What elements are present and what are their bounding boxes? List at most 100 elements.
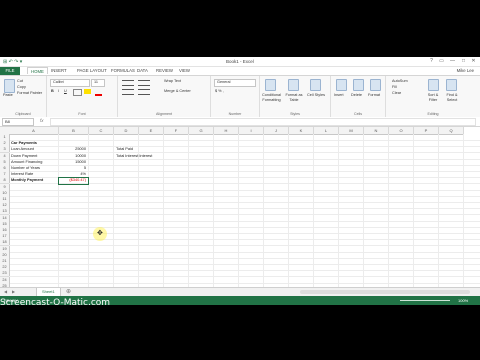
fill-color-icon[interactable] (84, 89, 91, 94)
column-header-o[interactable]: O (389, 127, 414, 135)
help-icon[interactable]: ? (427, 58, 436, 64)
column-header-i[interactable]: I (239, 127, 264, 135)
sort-filter-button[interactable]: Sort & Filter (424, 93, 442, 102)
cell-a7[interactable]: Interest Rate (11, 171, 56, 177)
scroll-left-icon[interactable]: ◀ (4, 289, 7, 294)
insert-cells-icon[interactable] (336, 79, 347, 91)
column-header-n[interactable]: N (364, 127, 389, 135)
minimize-button[interactable]: — (448, 58, 457, 64)
cell-a3[interactable]: Loan Amount (11, 146, 56, 152)
find-select-button[interactable]: Find & Select (443, 93, 461, 102)
align-middle-icon[interactable] (138, 80, 150, 86)
delete-button[interactable]: Delete (351, 93, 362, 97)
gridline (9, 270, 480, 272)
ribbon-display-icon[interactable]: ▭ (437, 58, 446, 64)
formula-input[interactable] (50, 118, 476, 126)
scroll-right-icon[interactable]: ▶ (12, 289, 15, 294)
column-header-e[interactable]: E (139, 127, 164, 135)
cell-a6[interactable]: Number of Years (11, 165, 56, 171)
column-header-b[interactable]: B (59, 127, 89, 135)
align-top-icon[interactable] (122, 80, 134, 86)
name-box[interactable]: B8 (2, 118, 34, 126)
conditional-formatting-icon[interactable] (265, 79, 276, 91)
column-header-q[interactable]: Q (439, 127, 464, 135)
tab-file[interactable]: FILE (0, 67, 20, 75)
borders-icon[interactable] (73, 89, 82, 96)
cell-styles-icon[interactable] (310, 79, 321, 91)
conditional-formatting-button[interactable]: Conditional Formatting (260, 93, 283, 102)
insert-button[interactable]: Insert (334, 93, 344, 97)
add-sheet-icon[interactable]: ⊕ (66, 288, 71, 295)
format-as-table-button[interactable]: Format as Table (283, 93, 305, 102)
cell-b5[interactable]: 15000 (61, 159, 86, 165)
cell-styles-button[interactable]: Cell Styles (306, 93, 326, 98)
currency-icon[interactable]: $ % , (215, 89, 224, 93)
italic-button[interactable]: I (58, 89, 59, 93)
ribbon: Paste Cut Copy Format Painter Clipboard … (0, 75, 480, 118)
column-header-d[interactable]: D (114, 127, 139, 135)
worksheet-grid[interactable]: A B C D E F G H I J K L M N O P Q 1 2 3 4 5 6 7 8 9 10 11 12 13 14 15 16… (0, 127, 480, 290)
paste-icon[interactable] (4, 79, 15, 93)
function-icon[interactable]: fx (40, 118, 44, 123)
underline-button[interactable]: U (64, 89, 67, 93)
user-account[interactable]: Mike Lee (457, 68, 474, 73)
tab-data[interactable]: DATA (137, 68, 148, 73)
cell-a8[interactable]: Monthly Payment (11, 177, 56, 183)
cell-a5[interactable]: Amount Financing (11, 159, 56, 165)
copy-button[interactable]: Copy (17, 85, 26, 89)
tab-formulas[interactable]: FORMULAS (111, 68, 135, 73)
column-header-j[interactable]: J (264, 127, 289, 135)
cut-button[interactable]: Cut (17, 79, 23, 83)
merge-center-button[interactable]: Merge & Center (164, 89, 191, 93)
column-header-f[interactable]: F (164, 127, 189, 135)
number-format-select[interactable]: General (214, 79, 256, 87)
font-size-select[interactable]: 11 (91, 79, 105, 87)
bold-button[interactable]: B (51, 89, 54, 93)
column-header-a[interactable]: A (9, 127, 59, 135)
tab-home[interactable]: HOME (27, 67, 48, 74)
column-header-c[interactable]: C (89, 127, 114, 135)
column-header-m[interactable]: M (339, 127, 364, 135)
cell-a4[interactable]: Down Payment (11, 153, 56, 159)
format-cells-icon[interactable] (370, 79, 381, 91)
column-header-g[interactable]: G (189, 127, 214, 135)
quick-access-toolbar[interactable]: ⊞ ↶ ↷ ▾ (3, 59, 22, 65)
sort-filter-icon[interactable] (428, 79, 439, 91)
close-button[interactable]: ✕ (469, 58, 478, 64)
tab-insert[interactable]: INSERT (51, 68, 67, 73)
excel-window: ⊞ ↶ ↷ ▾ Book1 - Excel ? ▭ — □ ✕ FILE HOM… (0, 57, 480, 305)
zoom-slider[interactable] (400, 300, 450, 301)
paste-button[interactable]: Paste (3, 93, 13, 97)
horizontal-scrollbar[interactable] (300, 290, 470, 294)
delete-cells-icon[interactable] (353, 79, 364, 91)
column-header-h[interactable]: H (214, 127, 239, 135)
format-table-icon[interactable] (288, 79, 299, 91)
column-header-k[interactable]: K (289, 127, 314, 135)
format-button[interactable]: Format (368, 93, 380, 97)
align-left-icon[interactable] (122, 89, 134, 95)
font-name-select[interactable]: Calibri (50, 79, 90, 87)
cell-b4[interactable]: 10000 (61, 153, 86, 159)
column-header-p[interactable]: P (414, 127, 439, 135)
find-select-icon[interactable] (446, 79, 457, 91)
cell-a2[interactable]: Car Payments (11, 140, 56, 146)
gridline (9, 282, 480, 284)
cell-d3[interactable]: Total Paid (116, 146, 136, 152)
fill-button[interactable]: Fill (392, 85, 397, 89)
font-color-icon[interactable] (95, 89, 102, 96)
cell-d4[interactable]: Total Interest Interest (116, 153, 152, 159)
cell-b6[interactable]: 5 (61, 165, 86, 171)
align-center-icon[interactable] (138, 89, 150, 95)
tab-page-layout[interactable]: PAGE LAYOUT (77, 68, 107, 73)
clear-button[interactable]: Clear (392, 91, 401, 95)
wrap-text-button[interactable]: Wrap Text (164, 79, 181, 83)
autosum-button[interactable]: AutoSum (392, 79, 408, 83)
tab-review[interactable]: REVIEW (156, 68, 173, 73)
maximize-button[interactable]: □ (459, 58, 468, 64)
styles-label: Styles (290, 112, 300, 116)
clipboard-group: Paste Cut Copy Format Painter Clipboard (0, 76, 47, 117)
tab-view[interactable]: VIEW (179, 68, 190, 73)
column-header-l[interactable]: L (314, 127, 339, 135)
format-painter-button[interactable]: Format Painter (17, 91, 42, 95)
cell-b3[interactable]: 25000 (61, 146, 86, 152)
